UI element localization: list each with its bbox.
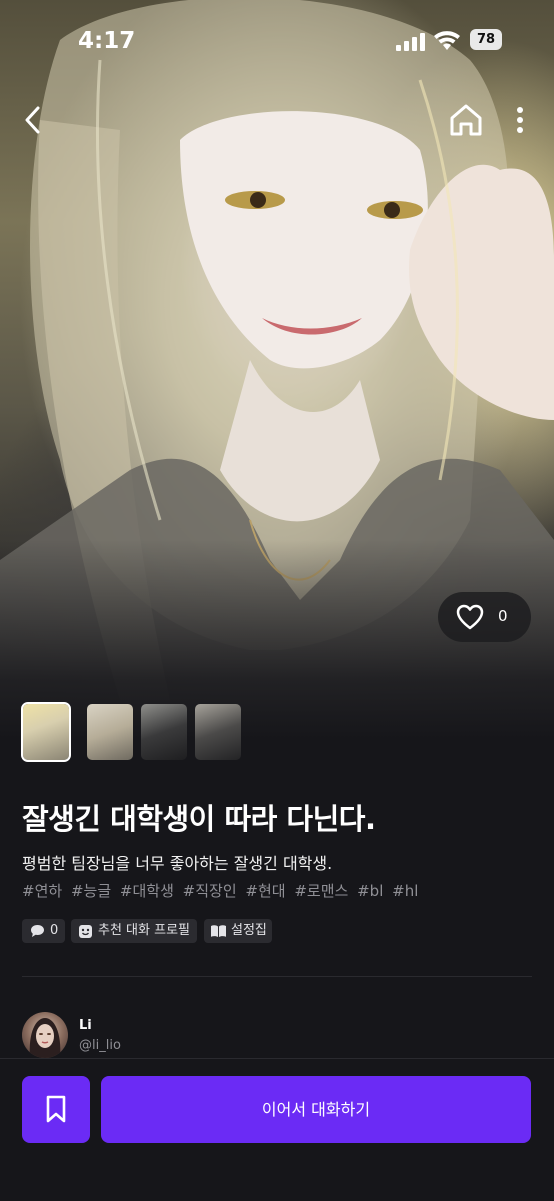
cellular-signal-icon xyxy=(396,33,425,51)
author-handle: @li_lio xyxy=(79,1038,121,1053)
profile-icon xyxy=(79,925,92,938)
more-vertical-icon xyxy=(517,107,523,133)
like-count: 0 xyxy=(498,607,508,625)
character-description: 평범한 팀장님을 너무 좋아하는 잘생긴 대학생. xyxy=(22,854,333,873)
tag[interactable]: #연하 xyxy=(22,882,62,900)
back-button[interactable] xyxy=(18,102,50,138)
tag[interactable]: #hl xyxy=(392,882,418,900)
settings-book-chip[interactable]: 설정집 xyxy=(204,919,272,943)
tag[interactable]: #현대 xyxy=(245,882,285,900)
comments-count: 0 xyxy=(50,923,59,938)
thumbnail-1[interactable] xyxy=(21,702,71,762)
tag[interactable]: #로맨스 xyxy=(294,882,348,900)
tag[interactable]: #능글 xyxy=(71,882,111,900)
comments-chip[interactable]: 0 xyxy=(22,919,65,943)
author-avatar-image xyxy=(29,1018,61,1058)
heart-outline-icon xyxy=(456,604,484,630)
home-button[interactable] xyxy=(446,100,486,140)
recommended-profile-label: 추천 대화 프로필 xyxy=(98,923,190,938)
bookmark-button[interactable] xyxy=(22,1076,90,1143)
avatar[interactable] xyxy=(22,1012,68,1058)
tag[interactable]: #직장인 xyxy=(183,882,237,900)
thumbnail-3[interactable] xyxy=(141,704,187,760)
tag[interactable]: #bl xyxy=(357,882,383,900)
book-icon xyxy=(211,925,226,937)
settings-book-label: 설정집 xyxy=(231,923,267,938)
status-bar: 4:17 78 xyxy=(0,0,554,80)
continue-chat-button[interactable]: 이어서 대화하기 xyxy=(101,1076,531,1143)
more-options-button[interactable] xyxy=(508,100,532,140)
wifi-icon xyxy=(434,31,460,50)
tag-list: #연하 #능글 #대학생 #직장인 #현대 #로맨스 #bl #hl xyxy=(22,880,422,901)
status-time: 4:17 xyxy=(78,28,136,54)
character-title: 잘생긴 대학생이 따라 다닌다. xyxy=(22,802,376,836)
bookmark-icon xyxy=(46,1095,66,1123)
home-icon xyxy=(450,104,482,136)
comment-icon xyxy=(31,925,44,937)
thumbnail-2[interactable] xyxy=(87,704,133,760)
section-divider xyxy=(22,976,532,977)
like-button[interactable]: 0 xyxy=(438,592,531,642)
recommended-profile-chip[interactable]: 추천 대화 프로필 xyxy=(71,919,197,943)
battery-indicator: 78 xyxy=(470,29,502,50)
chevron-left-icon xyxy=(25,106,40,134)
tag[interactable]: #대학생 xyxy=(120,882,174,900)
thumbnail-4[interactable] xyxy=(195,704,241,760)
author-name[interactable]: Li xyxy=(79,1018,92,1033)
